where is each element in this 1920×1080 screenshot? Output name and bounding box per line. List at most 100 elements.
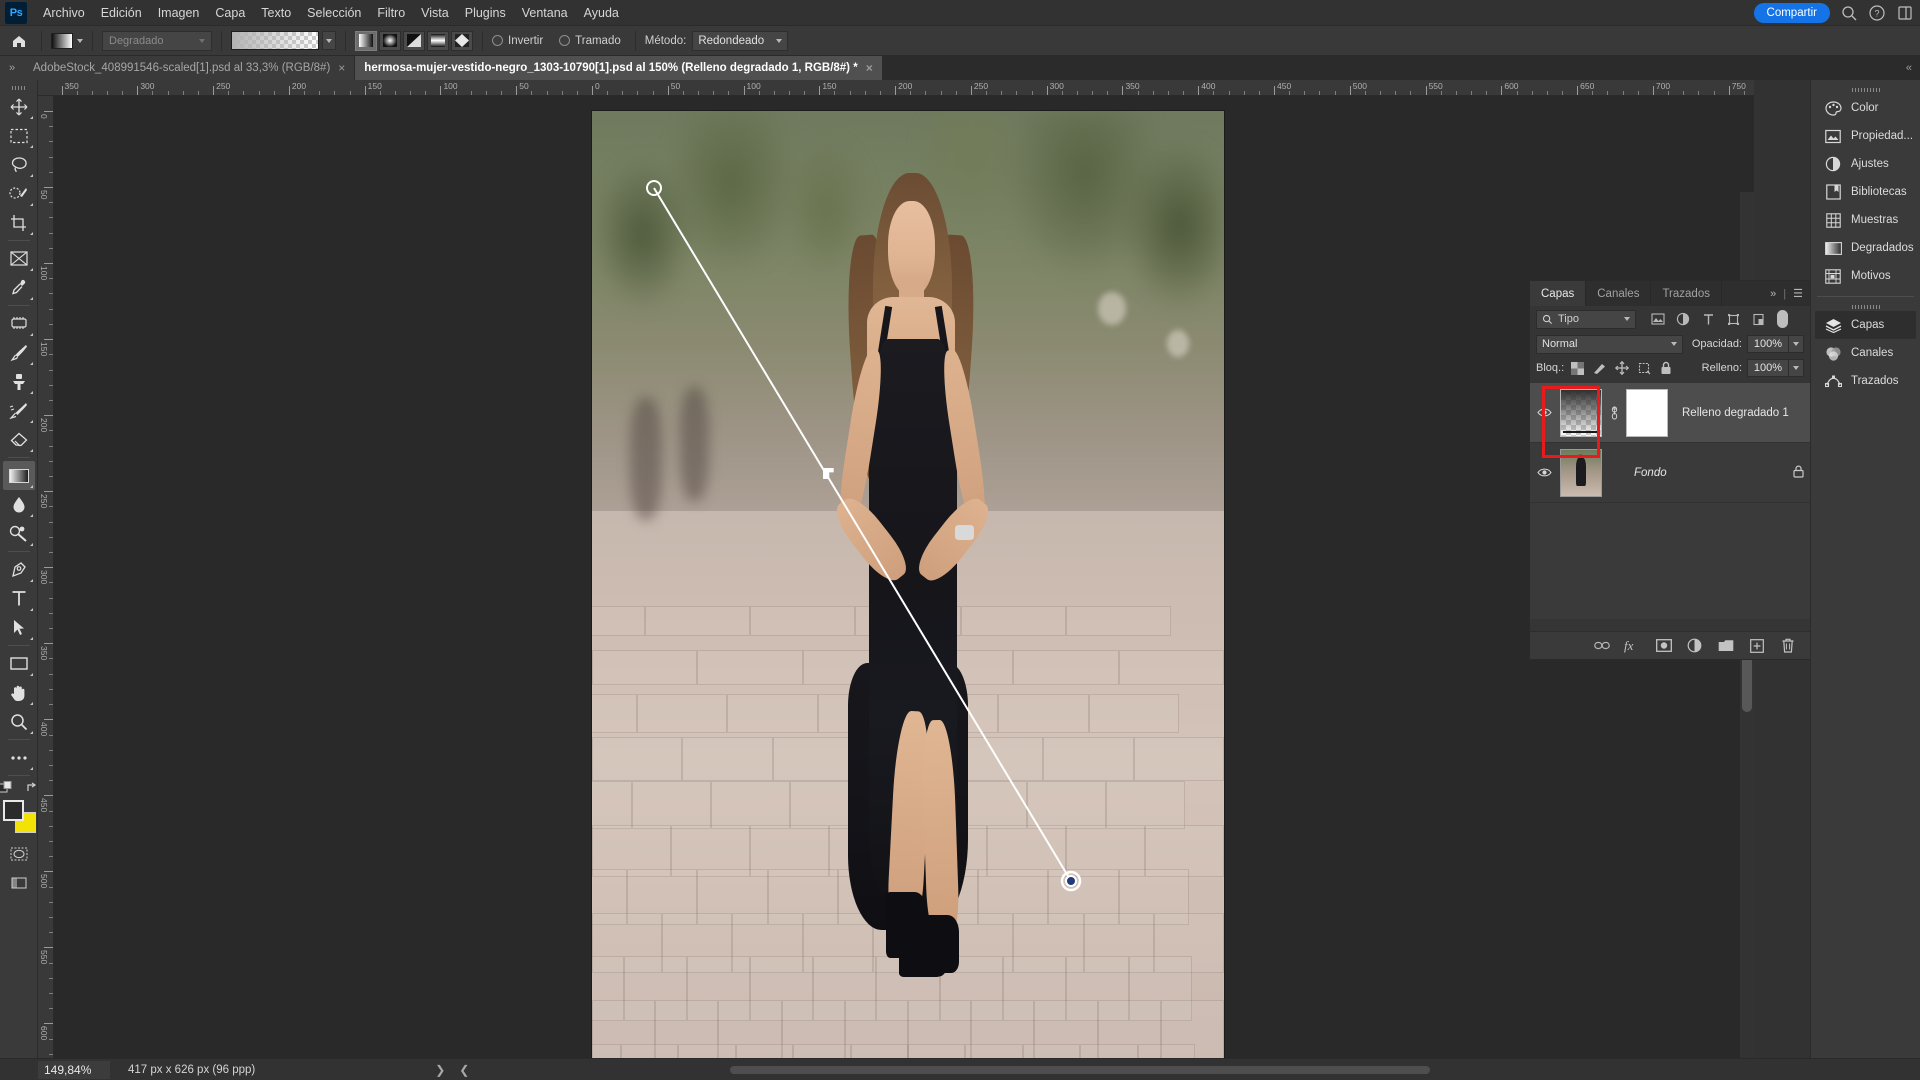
workspace-icon[interactable] (1896, 4, 1914, 22)
dock-grip-bottom[interactable] (1811, 303, 1920, 311)
help-icon[interactable]: ? (1868, 4, 1886, 22)
toolbar-grip[interactable] (11, 84, 26, 92)
dock-item-propiedad[interactable]: Propiedad... (1815, 122, 1916, 150)
status-next-arrow[interactable]: ❯ (435, 1063, 445, 1077)
frame-tool[interactable] (3, 244, 35, 273)
reflected-gradient-icon[interactable] (427, 30, 449, 51)
dock-item-degradados[interactable]: Degradados (1815, 234, 1916, 262)
tabbar-collapse-icon[interactable]: » (0, 56, 24, 80)
crop-tool[interactable] (3, 208, 35, 237)
dock-item-ajustes[interactable]: Ajustes (1815, 150, 1916, 178)
tool-preset-picker[interactable] (51, 32, 83, 49)
lock-image-pixels-icon[interactable] (1591, 360, 1608, 377)
layer-row[interactable]: Relleno degradado 1 (1530, 383, 1812, 443)
zoom-level-input[interactable]: 149,84% (38, 1060, 110, 1079)
chevrons-right-icon[interactable]: » (1770, 288, 1776, 300)
new-layer-button[interactable] (1748, 637, 1765, 654)
path-selection-tool[interactable] (3, 613, 35, 642)
pen-tool[interactable] (3, 555, 35, 584)
gradient-fill-thumbnail[interactable] (1560, 388, 1602, 437)
foreground-color-swatch[interactable] (2, 800, 24, 821)
layers-panel-tab-capas[interactable]: Capas (1530, 281, 1587, 306)
dock-item-motivos[interactable]: Motivos (1815, 262, 1916, 290)
new-group-button[interactable] (1717, 637, 1734, 654)
layer-visibility-eye-icon[interactable] (1534, 407, 1554, 418)
close-icon[interactable]: × (338, 61, 345, 75)
dock-item-capas[interactable]: Capas (1815, 311, 1916, 339)
layer-filter-dropdown[interactable]: Tipo (1536, 309, 1636, 329)
object-selection-tool[interactable] (3, 179, 35, 208)
adjustment-filter-icon[interactable] (1674, 310, 1692, 328)
opacity-input[interactable]: 100% (1747, 335, 1789, 353)
radial-gradient-icon[interactable] (379, 30, 401, 51)
blend-mode-dropdown[interactable]: Normal (1536, 334, 1683, 354)
dock-item-color[interactable]: Color (1815, 94, 1916, 122)
menu-item-vista[interactable]: Vista (413, 2, 457, 24)
gradient-picker-dropdown[interactable] (322, 31, 336, 50)
layer-list[interactable]: Relleno degradado 1 Fondo (1530, 383, 1812, 619)
document-tab-0[interactable]: AdobeStock_408991546-scaled[1].psd al 33… (24, 56, 356, 80)
layer-name[interactable]: Relleno degradado 1 (1674, 407, 1804, 419)
default-colors-icon[interactable] (0, 781, 18, 795)
status-prev-arrow[interactable]: ❮ (459, 1063, 469, 1077)
layer-row[interactable]: Fondo (1530, 443, 1812, 503)
home-icon[interactable] (6, 30, 32, 52)
eyedropper-tool[interactable] (3, 273, 35, 302)
tabbar-expand-icon[interactable]: « (1906, 62, 1912, 74)
menu-item-seleccin[interactable]: Selección (299, 2, 369, 24)
document-tab-1[interactable]: hermosa-mujer-vestido-negro_1303-10790[1… (355, 56, 883, 80)
history-brush-tool[interactable] (3, 396, 35, 425)
gradient-preview-swatch[interactable] (231, 31, 319, 50)
panel-menu-icon[interactable]: ☰ (1793, 287, 1803, 300)
horizontal-scrollbar[interactable] (730, 1066, 1430, 1074)
fill-input[interactable]: 100% (1747, 359, 1789, 377)
horizontal-ruler[interactable]: 350 300 250 200 150 100 50 0 50 100 150 200 250 300 35… (38, 80, 1754, 96)
lock-position-icon[interactable] (1613, 360, 1630, 377)
document-artboard[interactable] (592, 111, 1224, 1063)
menu-item-capa[interactable]: Capa (207, 2, 253, 24)
dock-item-bibliotecas[interactable]: Bibliotecas (1815, 178, 1916, 206)
pixel-filter-icon[interactable] (1649, 310, 1667, 328)
method-dropdown[interactable]: Redondeado (692, 30, 789, 51)
add-layer-mask-button[interactable] (1655, 637, 1672, 654)
hand-tool[interactable] (3, 678, 35, 707)
gradient-preset-dropdown[interactable]: Degradado (102, 30, 212, 51)
dodge-tool[interactable] (3, 519, 35, 548)
spot-healing-brush-tool[interactable] (3, 309, 35, 338)
rectangle-tool[interactable] (3, 649, 35, 678)
layers-panel-tab-canales[interactable]: Canales (1586, 281, 1652, 306)
screen-mode-icon[interactable] (3, 868, 35, 897)
diamond-gradient-icon[interactable] (451, 30, 473, 51)
menu-item-archivo[interactable]: Archivo (35, 2, 93, 24)
dock-grip-top[interactable] (1811, 86, 1920, 94)
background-photo-thumbnail[interactable] (1560, 448, 1602, 497)
menu-item-edicin[interactable]: Edición (93, 2, 150, 24)
linear-gradient-icon[interactable] (355, 30, 377, 51)
delete-layer-button[interactable] (1779, 637, 1796, 654)
lock-all-icon[interactable] (1657, 360, 1674, 377)
layer-name[interactable]: Fondo (1626, 467, 1787, 479)
share-button[interactable]: Compartir (1753, 3, 1830, 23)
layer-mask-link-icon[interactable] (1608, 405, 1620, 420)
canvas-area[interactable] (54, 96, 1754, 1064)
menu-item-imagen[interactable]: Imagen (150, 2, 208, 24)
lock-artboard-nesting-icon[interactable] (1635, 360, 1652, 377)
foreground-background-color-swatch[interactable] (2, 799, 36, 833)
gradient-tool[interactable] (2, 461, 35, 490)
link-layers-button[interactable] (1593, 637, 1610, 654)
menu-item-plugins[interactable]: Plugins (457, 2, 514, 24)
layer-style-button[interactable]: fx (1624, 637, 1641, 654)
rectangular-marquee-tool[interactable] (3, 121, 35, 150)
angle-gradient-icon[interactable] (403, 30, 425, 51)
dock-item-muestras[interactable]: Muestras (1815, 206, 1916, 234)
opacity-stepper-caret[interactable] (1789, 335, 1804, 353)
search-icon[interactable] (1840, 4, 1858, 22)
menu-item-texto[interactable]: Texto (253, 2, 299, 24)
close-icon[interactable]: × (866, 61, 873, 75)
type-tool[interactable] (3, 584, 35, 613)
layer-visibility-eye-icon[interactable] (1534, 467, 1554, 478)
layer-mask-thumbnail[interactable] (1626, 388, 1668, 437)
vertical-ruler[interactable]: 0 50 100 150 200 250 300 350 400 450 500 550 600 (38, 96, 54, 1064)
edit-toolbar[interactable] (3, 743, 35, 772)
menu-item-ventana[interactable]: Ventana (514, 2, 576, 24)
